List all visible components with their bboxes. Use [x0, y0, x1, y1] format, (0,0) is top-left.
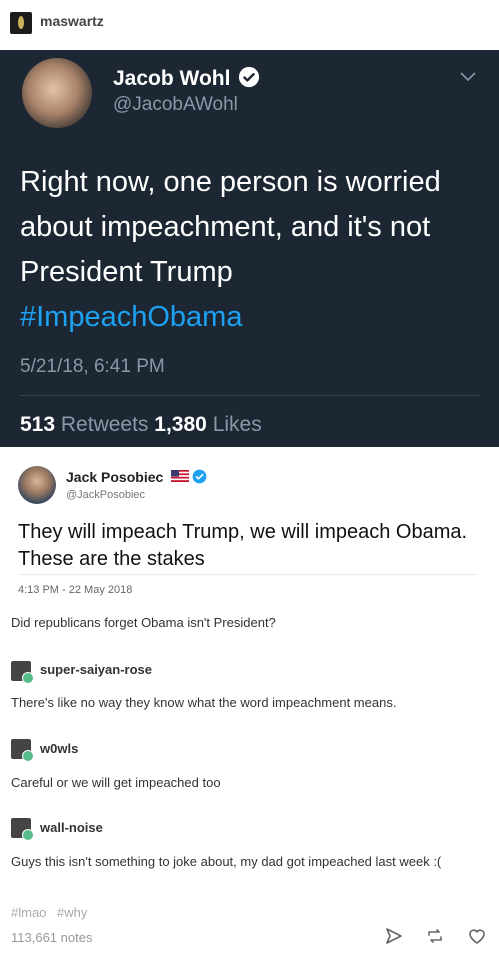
post-tags: #lmao #why	[11, 905, 94, 920]
like-count: 1,380	[154, 413, 207, 436]
tweet-author-handle: @JackPosobiec	[66, 489, 146, 501]
notes-count[interactable]: 113,661 notes	[11, 930, 92, 945]
embedded-tweet-dark: Jacob Wohl @JacobAWohl Right now, one pe…	[0, 50, 499, 447]
chevron-down-icon[interactable]	[458, 70, 478, 84]
reblog-comment: Guys this isn't something to joke about,…	[11, 854, 442, 869]
op-avatar[interactable]	[10, 12, 32, 34]
reblog-username[interactable]: super-saiyan-rose	[40, 662, 152, 677]
reblog-comment: There's like no way they know what the w…	[11, 695, 397, 710]
divider	[20, 395, 480, 396]
tweet-author-name: Jacob Wohl	[113, 67, 231, 90]
avatar	[22, 58, 92, 128]
op-comment: Did republicans forget Obama isn't Presi…	[11, 615, 276, 630]
post-header: maswartz	[0, 0, 499, 50]
reblog-username[interactable]: w0wls	[40, 741, 78, 756]
divider	[18, 574, 478, 575]
like-label: Likes	[212, 413, 262, 436]
us-flag-icon	[171, 470, 189, 482]
tweet-text: Right now, one person is worried about i…	[20, 160, 480, 340]
verified-badge-icon	[192, 469, 207, 484]
tweet-author-handle: @JacobAWohl	[113, 94, 238, 115]
tweet-timestamp: 4:13 PM - 22 May 2018	[18, 584, 133, 596]
reblog-badge-icon	[22, 750, 34, 762]
reblog-badge-icon	[22, 672, 34, 684]
tweet-text: They will impeach Trump, we will impeach…	[18, 521, 468, 570]
tweet-author-name: Jack Posobiec	[66, 469, 164, 485]
avatar	[18, 466, 56, 504]
reblog-comment: Careful or we will get impeached too	[11, 775, 221, 790]
tag-link[interactable]: #lmao	[11, 905, 46, 920]
share-icon[interactable]	[384, 926, 404, 946]
verified-badge-icon	[238, 66, 260, 88]
tweet-hashtag[interactable]: #ImpeachObama	[20, 301, 242, 333]
op-username[interactable]: maswartz	[40, 13, 104, 29]
tweet-timestamp: 5/21/18, 6:41 PM	[20, 356, 165, 377]
reblog-username[interactable]: wall-noise	[40, 820, 103, 835]
reblog-badge-icon	[22, 829, 34, 841]
tag-link[interactable]: #why	[57, 905, 87, 920]
tweet-stats: 513 Retweets 1,380 Likes	[20, 413, 262, 437]
reblog-icon[interactable]	[425, 926, 445, 946]
tweet-text-main: Right now, one person is worried about i…	[20, 166, 441, 288]
retweet-count: 513	[20, 413, 56, 436]
heart-icon[interactable]	[467, 926, 487, 946]
retweet-label: Retweets	[60, 413, 149, 436]
